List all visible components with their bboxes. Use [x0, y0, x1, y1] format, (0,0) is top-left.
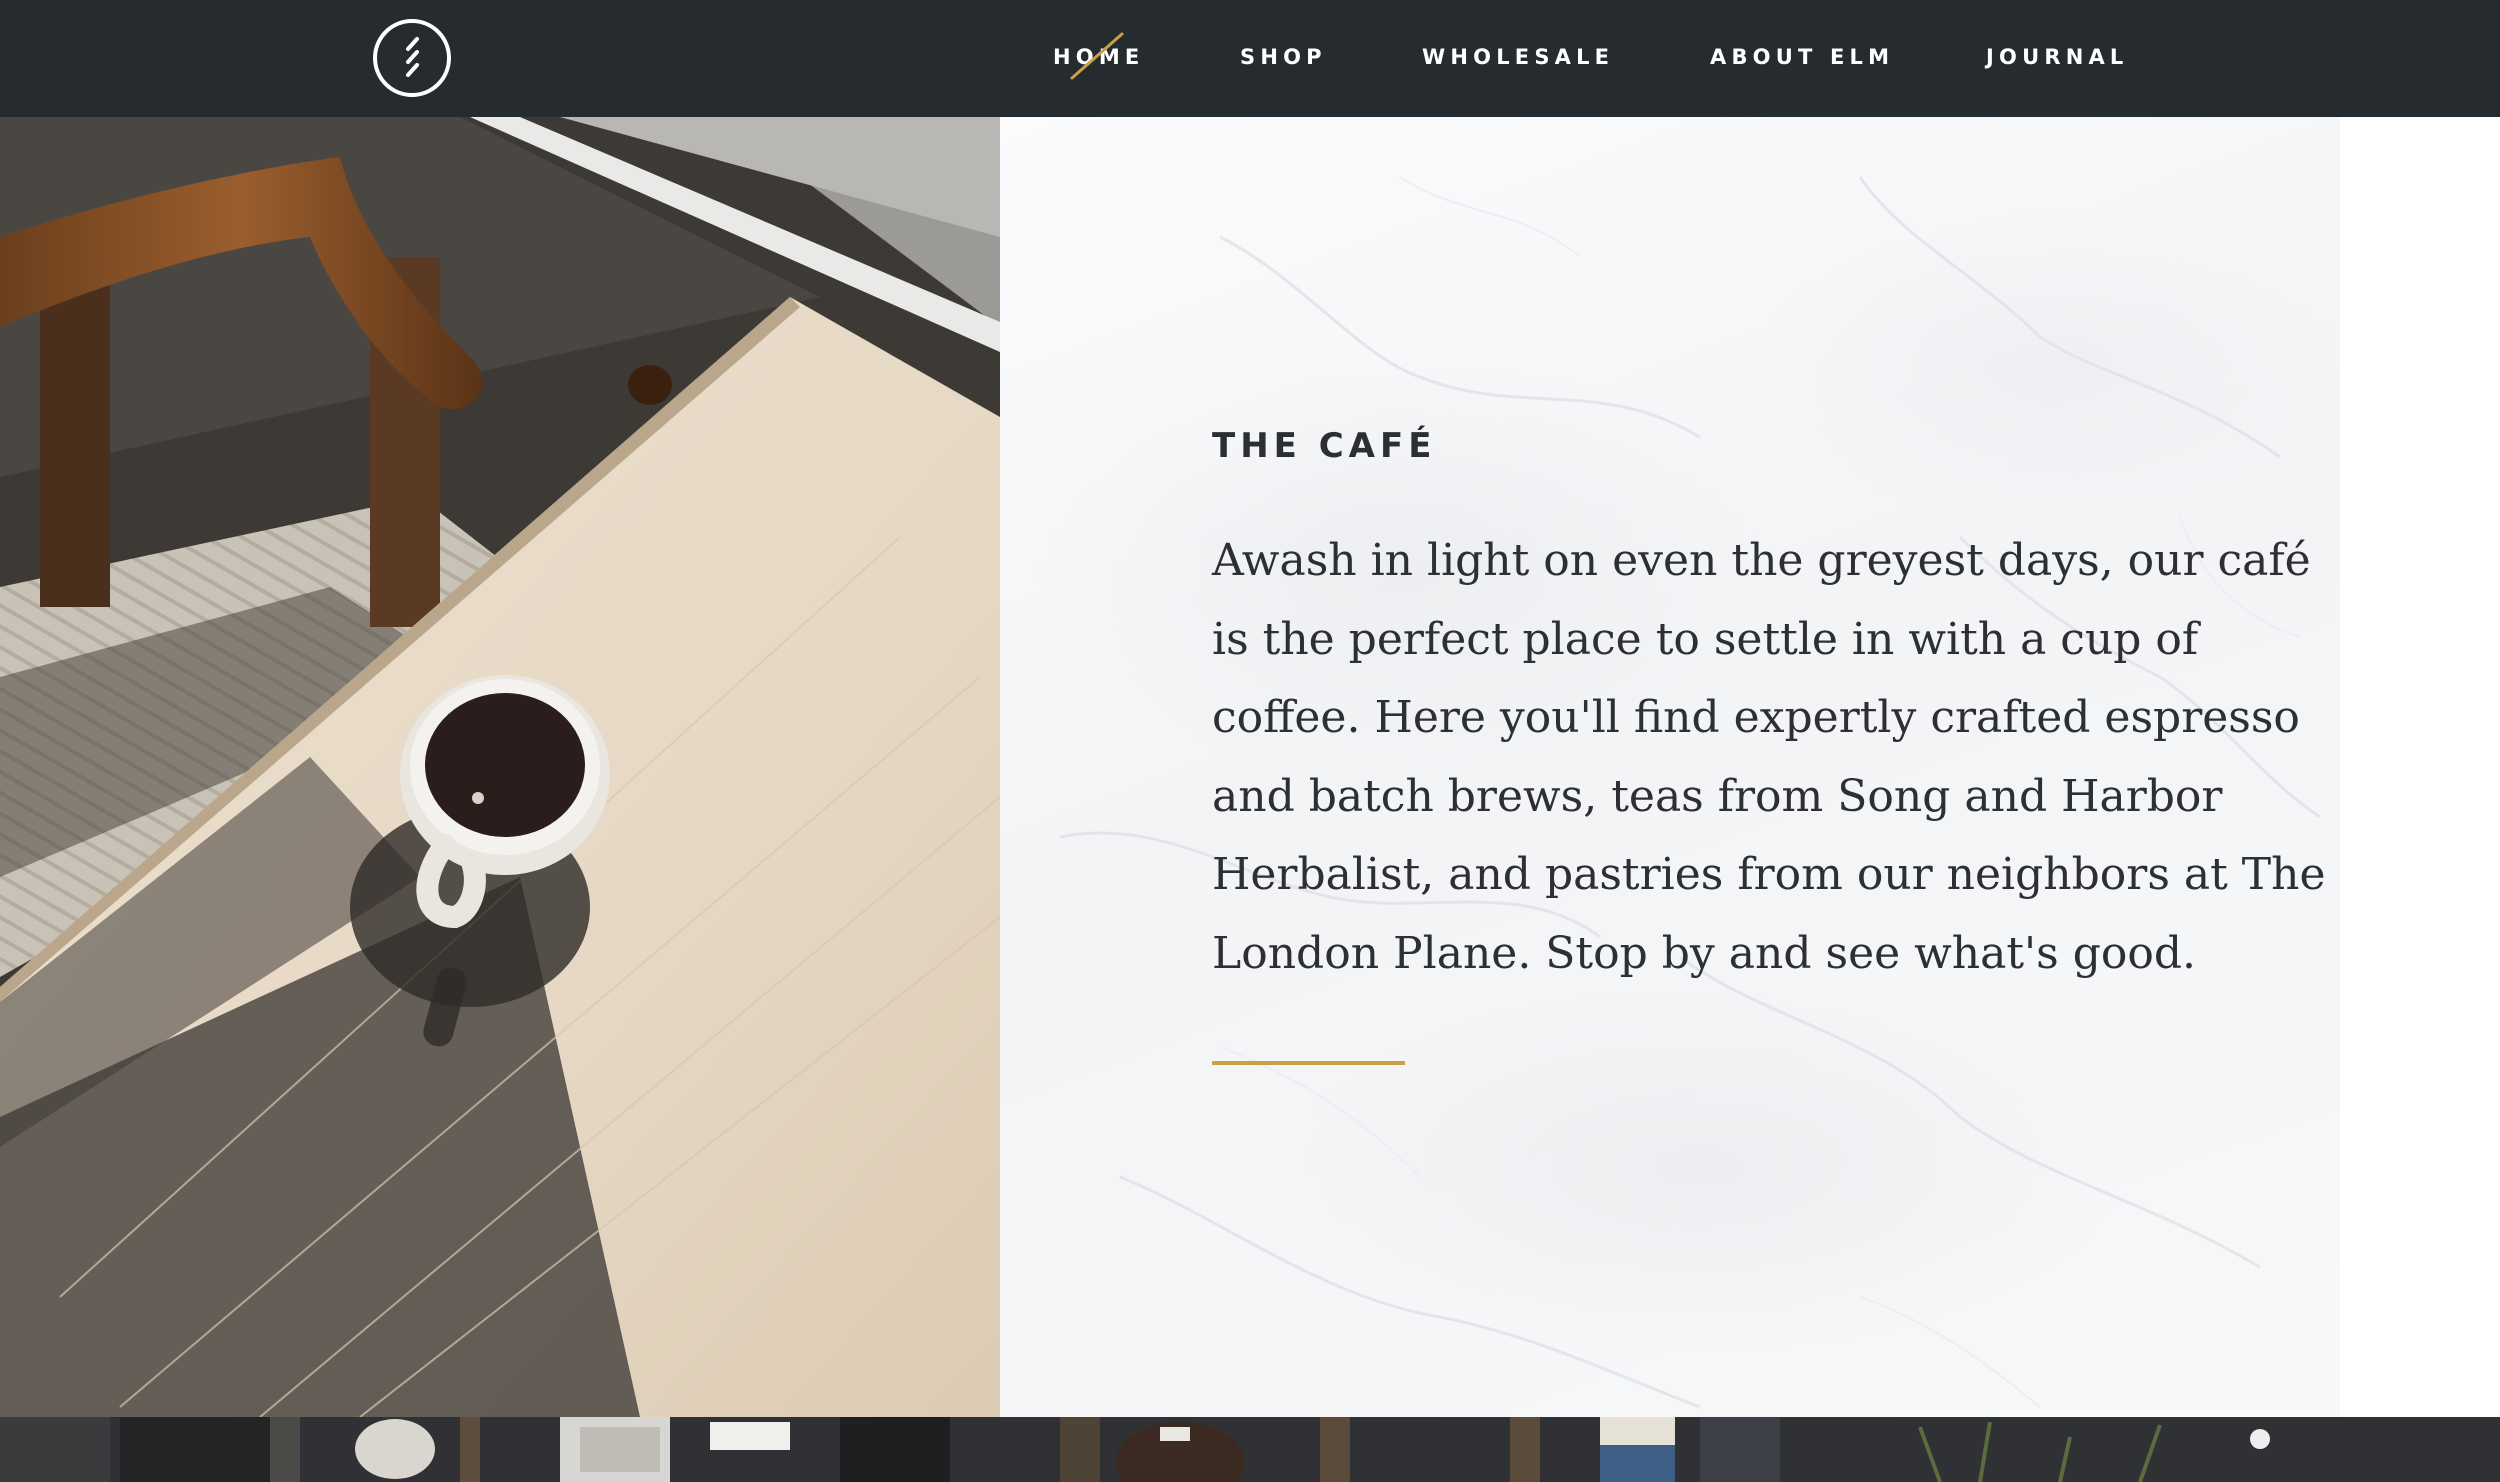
logo-slash-marks: [406, 37, 419, 77]
section-body-text: Awash in light on even the greyest days,…: [1212, 535, 2326, 979]
cafe-shelf-photo: [0, 1417, 2500, 1482]
nav-item-home[interactable]: HOME: [1053, 42, 1144, 72]
coffee-table-illustration: [0, 117, 1000, 1417]
shelf-illustration: [0, 1417, 2500, 1482]
site-header: HOME SHOP WHOLESALE ABOUT ELM JOURNAL: [0, 0, 2500, 117]
cafe-section: THE CAFÉ Awash in light on even the grey…: [1000, 117, 2500, 1417]
nav-item-about-elm[interactable]: ABOUT ELM: [1710, 42, 1894, 72]
nav-item-shop[interactable]: SHOP: [1240, 42, 1327, 72]
gold-divider: [1212, 1061, 1405, 1065]
hero-photo-coffee-cup: [0, 117, 1000, 1417]
nav-item-journal[interactable]: JOURNAL: [1986, 42, 2129, 72]
elm-logo-icon[interactable]: [373, 19, 451, 97]
nav-item-wholesale[interactable]: WHOLESALE: [1422, 42, 1614, 72]
section-title: THE CAFÉ: [1212, 426, 1437, 466]
